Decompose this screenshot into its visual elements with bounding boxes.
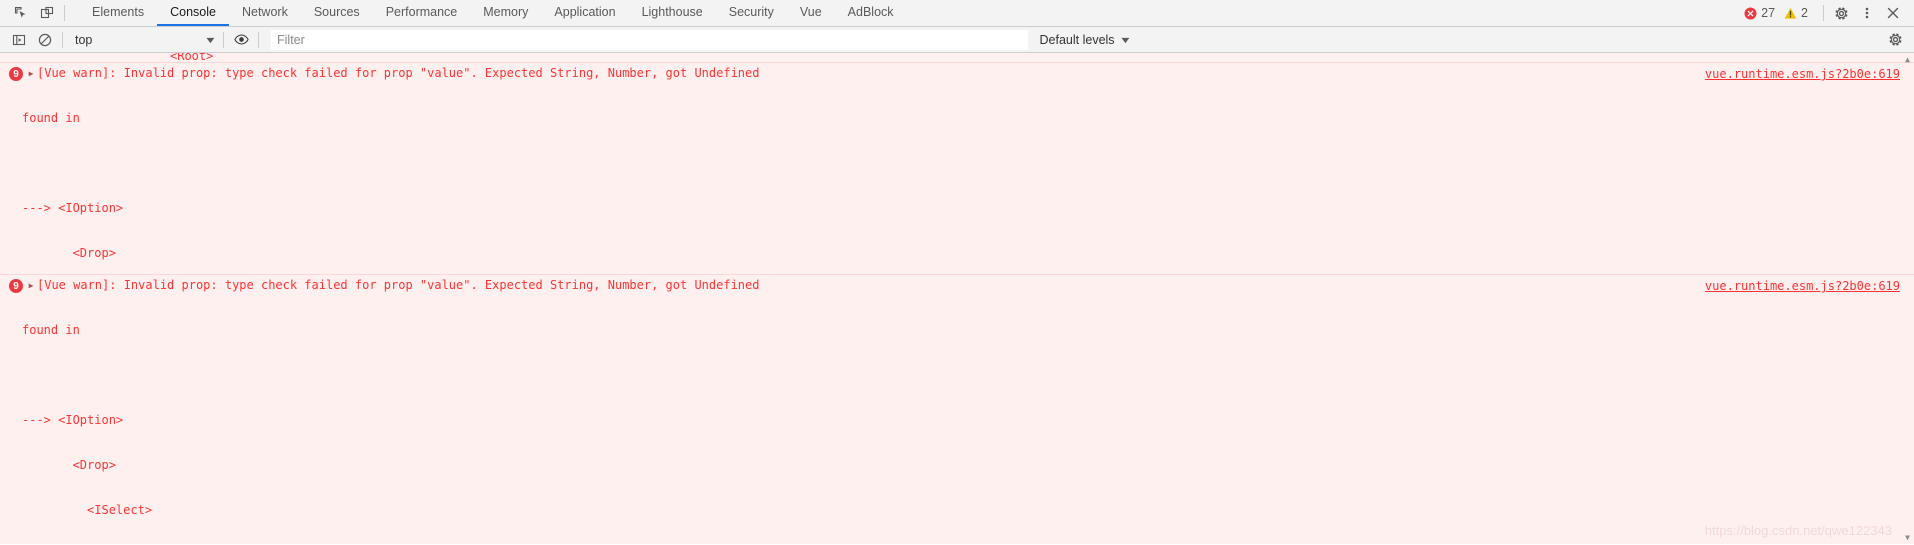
console-vertical-scrollbar[interactable]: ▲ ▼ [1901,53,1914,544]
tab-elements[interactable]: Elements [79,0,157,26]
stack-line-blank [22,156,1914,171]
warning-triangle-icon [1784,7,1797,19]
tab-label: Performance [385,5,458,19]
log-levels-select[interactable]: Default levels ▼ [1032,30,1138,50]
chevron-down-icon: ▼ [203,34,218,45]
tab-label: Security [728,5,774,19]
tab-sources[interactable]: Sources [301,0,373,26]
close-icon[interactable] [1880,1,1906,25]
console-sidebar-icon[interactable] [6,28,32,52]
stack-line: <ISelect> [22,503,153,517]
console-message-list[interactable]: <Root> 9 ▶ [Vue warn]: Invalid prop: typ… [0,53,1914,544]
stack-line: <Drop> [22,458,116,472]
component-stack-trace: found in ---> <IOption> <Drop> <ISelect>… [0,293,1914,544]
stack-line: found in [22,323,80,337]
warning-count-value: 2 [1801,6,1808,20]
execution-context-select[interactable]: top ▼ [67,30,219,50]
tab-security[interactable]: Security [716,0,787,26]
tab-application[interactable]: Application [541,0,628,26]
gear-icon[interactable] [1828,1,1854,25]
console-message-clipped[interactable]: <Root> [0,53,1914,63]
expand-arrow-icon[interactable]: ▶ [25,66,37,81]
stack-line: <Drop> [22,246,116,260]
console-filter-toolbar: top ▼ Default levels ▼ [0,27,1914,53]
tab-performance[interactable]: Performance [373,0,471,26]
stack-line-blank [22,368,1914,383]
console-toolbar-divider-3 [258,31,259,48]
execution-context-value: top [75,32,93,47]
tab-adblock[interactable]: AdBlock [835,0,907,26]
console-message-header: 9 ▶ [Vue warn]: Invalid prop: type check… [0,66,1914,81]
stack-line: ---> <IOption> [22,201,124,215]
live-expression-eye-icon[interactable] [228,28,254,52]
clipped-stack-line: <Root> [170,53,214,60]
tab-label: AdBlock [847,5,894,19]
log-levels-label: Default levels [1039,32,1115,47]
source-link[interactable]: vue.runtime.esm.js?2b0e:619 [1705,67,1900,81]
inspect-element-icon[interactable] [8,1,34,25]
error-circle-icon [1744,7,1757,19]
tab-label: Vue [799,5,822,19]
console-toolbar-divider-2 [223,31,224,48]
scroll-up-arrow-icon[interactable]: ▲ [1901,53,1914,66]
device-toolbar-icon[interactable] [34,1,60,25]
console-toolbar-divider-1 [62,31,63,48]
console-message[interactable]: 9 ▶ [Vue warn]: Invalid prop: type check… [0,275,1914,544]
clear-console-icon[interactable] [32,28,58,52]
right-divider [1823,5,1824,21]
tab-label: Lighthouse [641,5,703,19]
warning-count[interactable]: 2 [1784,6,1808,20]
source-link[interactable]: vue.runtime.esm.js?2b0e:619 [1705,279,1900,293]
tab-label: Application [554,5,616,19]
filter-input[interactable] [271,29,1028,50]
tab-console[interactable]: Console [157,0,229,26]
console-message[interactable]: 9 ▶ [Vue warn]: Invalid prop: type check… [0,63,1914,530]
issue-counts[interactable]: 27 2 [1742,6,1819,20]
devtools-tab-bar: Elements Console Network Sources Perform… [0,0,1914,27]
tab-label: Sources [313,5,360,19]
error-count-value: 27 [1761,6,1776,20]
panel-tabs: Elements Console Network Sources Perform… [79,0,907,26]
message-repeat-count-badge[interactable]: 9 [9,279,23,293]
tab-bar-right-controls: 27 2 [1742,0,1914,26]
tab-label: Elements [92,5,145,19]
tab-network[interactable]: Network [229,0,301,26]
chevron-down-icon: ▼ [1118,34,1132,45]
tab-label: Memory [483,5,529,19]
tab-label: Network [241,5,288,19]
tab-vue[interactable]: Vue [787,0,835,26]
console-settings-gear-icon[interactable] [1882,28,1908,52]
console-message-header: 9 ▶ [Vue warn]: Invalid prop: type check… [0,278,1914,293]
devtools-tool-icons [0,0,75,26]
toolbar-divider [64,5,65,21]
console-message-text: [Vue warn]: Invalid prop: type check fai… [37,66,760,80]
more-vertical-icon[interactable] [1854,1,1880,25]
stack-line: ---> <IOption> [22,413,124,427]
stack-line: found in [22,111,80,125]
console-message-text: [Vue warn]: Invalid prop: type check fai… [37,278,760,292]
tab-label: Console [170,5,216,19]
scroll-down-arrow-icon[interactable]: ▼ [1901,531,1914,544]
message-repeat-count-badge[interactable]: 9 [9,67,23,81]
error-count[interactable]: 27 [1744,6,1775,20]
tab-lighthouse[interactable]: Lighthouse [629,0,716,26]
console-toolbar-right [1882,28,1914,52]
tab-memory[interactable]: Memory [470,0,541,26]
expand-arrow-icon[interactable]: ▶ [25,278,37,293]
